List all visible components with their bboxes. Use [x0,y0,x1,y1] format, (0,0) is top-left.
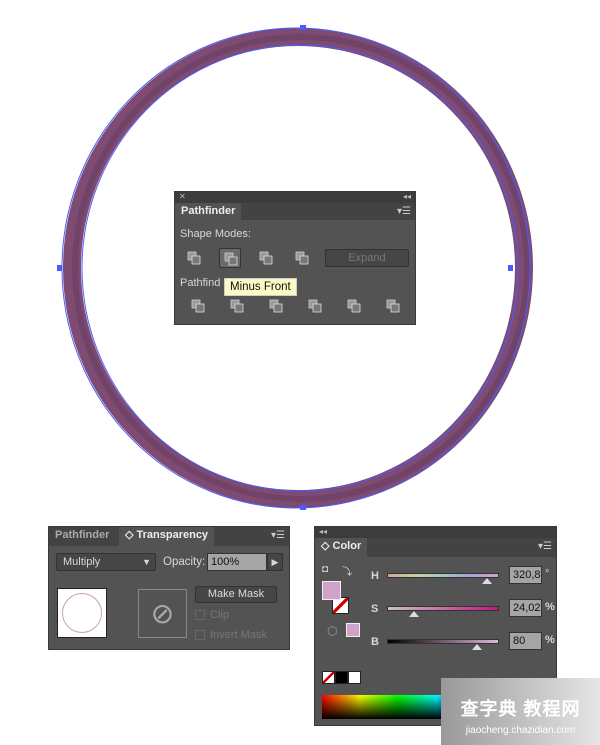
blend-mode-value: Multiply [63,556,101,568]
brightness-input[interactable]: 80 [509,632,542,650]
transparency-panel: Pathfinder ◇ Transparency ▾☰ Multiply ▼ O… [48,526,290,650]
swap-colors-icon[interactable]: ⤵ [342,563,352,578]
s-label: S [371,603,379,615]
tooltip: Minus Front [224,278,297,296]
unite-icon[interactable] [183,248,205,268]
invert-mask-checkbox[interactable] [195,630,205,640]
b-unit: % [545,634,555,646]
tab-pathfinder[interactable]: Pathfinder [175,203,242,220]
pathfinder-panel: ✕ ◂◂ Pathfinder ▾☰ Shape Modes: Expand Pat… [174,191,416,325]
default-colors-icon[interactable]: ◘ [322,564,328,575]
panel-menu-icon[interactable]: ▾☰ [538,541,552,552]
tab-pathfinder[interactable]: Pathfinder [49,527,115,544]
web-safe-swatch[interactable] [346,623,360,637]
merge-icon[interactable] [265,296,287,316]
collapse-icon[interactable]: ◂◂ [403,192,411,201]
no-mask-icon[interactable]: ⊘ [138,589,187,638]
h-label: H [371,570,379,582]
divide-icon[interactable] [187,296,209,316]
black-swatch[interactable] [335,671,348,684]
brightness-slider[interactable] [387,639,499,644]
blend-mode-select[interactable]: Multiply ▼ [56,553,156,571]
hue-slider-thumb[interactable] [481,578,492,584]
minus-front-icon[interactable] [219,248,241,268]
anchor-point [300,25,306,30]
object-thumbnail[interactable] [57,588,107,638]
none-swatch[interactable] [322,671,335,684]
crop-icon[interactable] [304,296,326,316]
exclude-icon[interactable] [291,248,313,268]
out-of-gamut-icon[interactable]: ⬡ [327,624,337,638]
saturation-input[interactable]: 24,02 [509,599,542,617]
clip-checkbox[interactable] [195,610,205,620]
watermark-logo: 查字典 教程网 jiaocheng.chazidian.com [441,678,600,745]
chevron-down-icon: ▼ [142,557,151,567]
clip-label: Clip [210,609,229,621]
watermark-url: jiaocheng.chazidian.com [465,725,576,736]
opacity-slider-arrow-icon[interactable]: ▶ [267,553,283,571]
anchor-point [57,265,62,271]
tab-color[interactable]: ◇ Color [315,538,368,557]
b-label: B [371,636,379,648]
panel-menu-icon[interactable]: ▾☰ [397,206,411,217]
panel-menu-icon[interactable]: ▾☰ [271,530,285,541]
invert-mask-label: Invert Mask [210,629,267,641]
fill-swatch[interactable] [322,581,341,600]
trim-icon[interactable] [226,296,248,316]
saturation-slider[interactable] [387,606,499,611]
h-unit: ° [545,568,550,580]
anchor-point [300,505,306,510]
s-unit: % [545,601,555,613]
anchor-point [508,265,513,271]
tab-transparency[interactable]: ◇ Transparency [119,527,215,546]
opacity-input[interactable]: 100% [207,553,267,571]
tab-label: Transparency [136,529,209,541]
tab-label: Color [332,540,362,552]
close-icon[interactable]: ✕ [179,192,186,201]
collapse-icon[interactable]: ◂◂ [319,527,327,536]
watermark-logo-text: 查字典 教程网 [460,699,581,719]
make-mask-button[interactable]: Make Mask [195,586,277,603]
expand-button[interactable]: Expand [325,249,409,267]
outline-icon[interactable] [343,296,365,316]
shape-modes-label: Shape Modes: [180,228,251,240]
hue-input[interactable]: 320,8 [509,566,542,584]
pathfinders-label: Pathfind [180,277,221,289]
white-swatch[interactable] [348,671,361,684]
intersect-icon[interactable] [255,248,277,268]
brightness-slider-thumb[interactable] [471,644,482,650]
opacity-label: Opacity: [163,556,206,568]
minus-back-icon[interactable] [382,296,404,316]
saturation-slider-thumb[interactable] [408,611,419,617]
